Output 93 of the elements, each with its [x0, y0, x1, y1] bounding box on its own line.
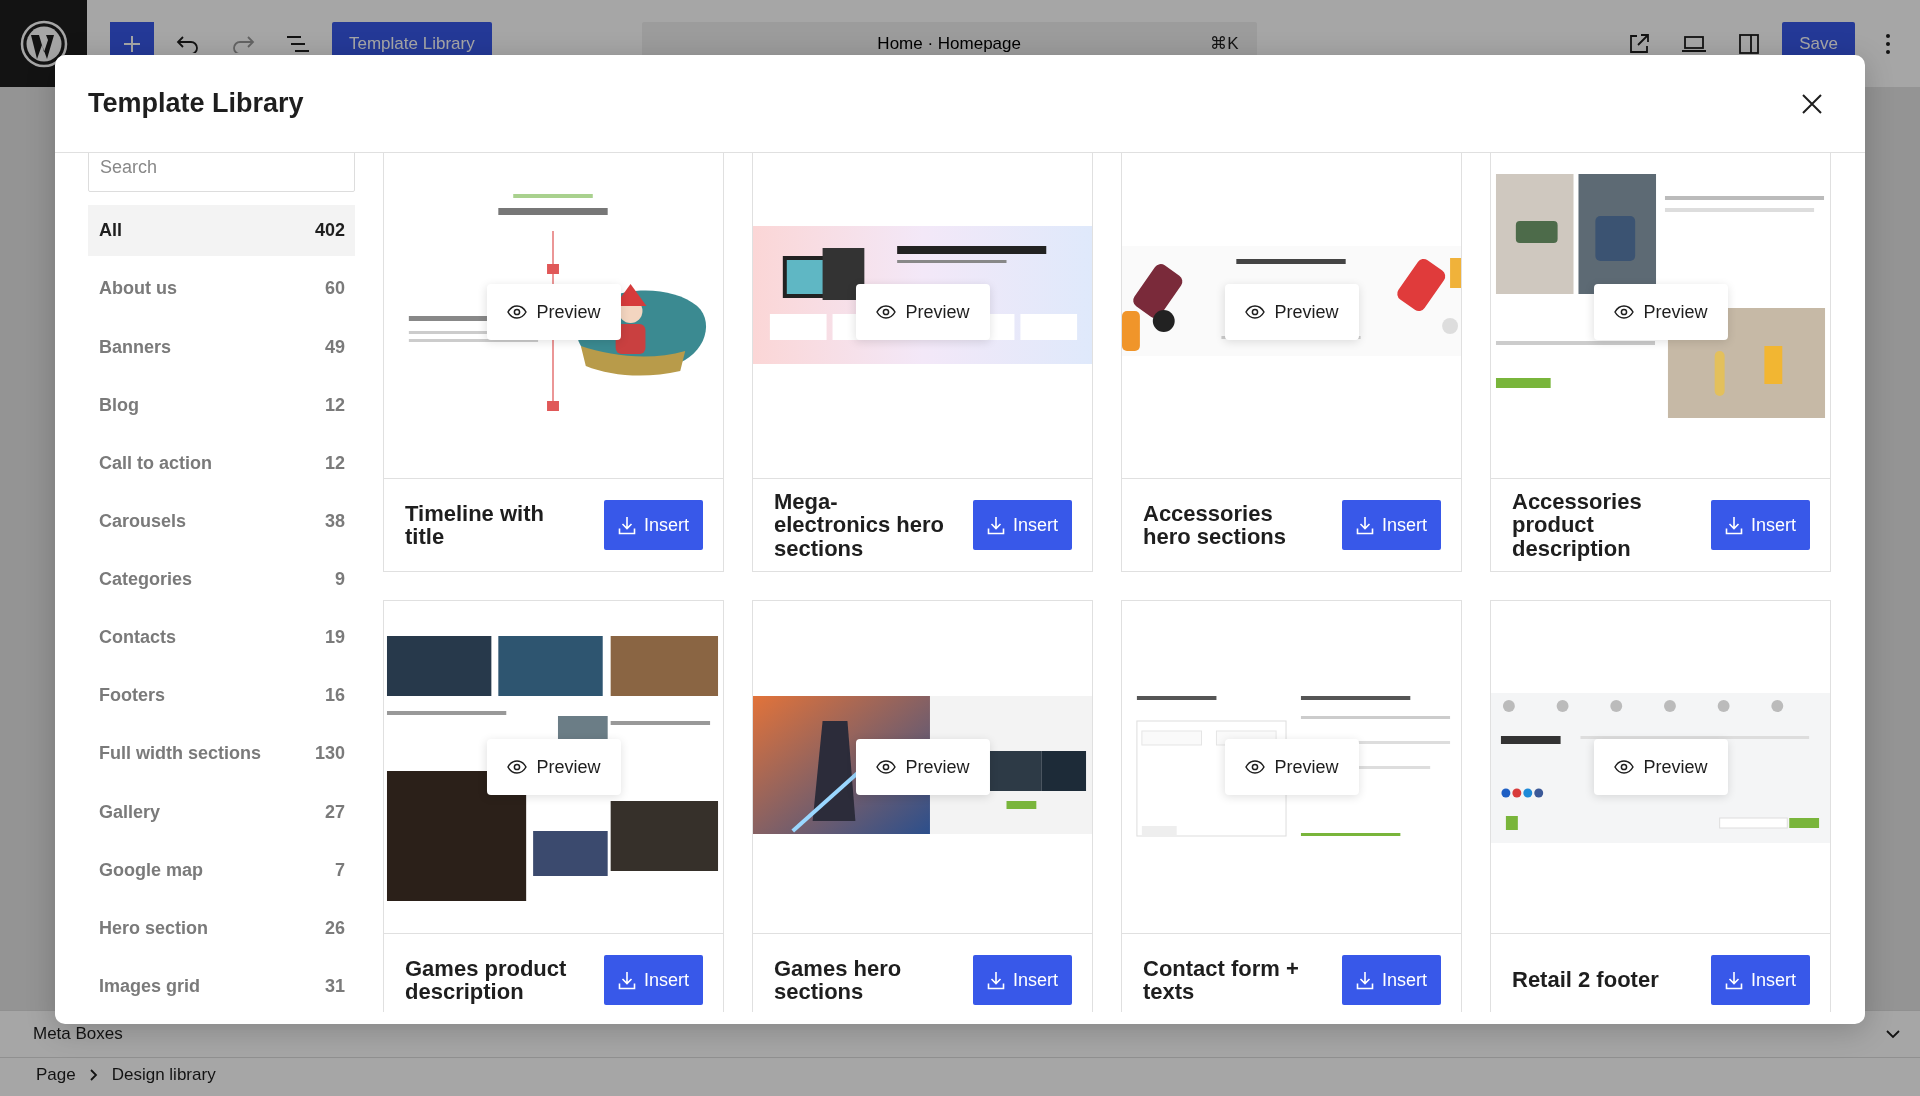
- download-icon: [1355, 515, 1374, 535]
- undo-icon: [176, 34, 200, 53]
- insert-button[interactable]: Insert: [1341, 500, 1441, 550]
- item-count: 16: [324, 685, 345, 707]
- shortcut-hint: ⌘K: [1210, 33, 1239, 54]
- category-item[interactable]: Footers 16: [88, 670, 355, 722]
- insert-button[interactable]: Insert: [1341, 955, 1441, 1005]
- template-thumbnail[interactable]: Preview: [753, 153, 1092, 479]
- item-count: 31: [324, 975, 345, 997]
- insert-button[interactable]: Insert: [603, 955, 703, 1005]
- template-thumbnail[interactable]: Preview: [1491, 601, 1830, 934]
- insert-button[interactable]: Insert: [603, 500, 703, 550]
- modal-title: Template Library: [88, 88, 304, 119]
- template-title: Mega-electronics hero sections: [774, 490, 945, 560]
- plus-icon: [122, 33, 142, 54]
- preview-button[interactable]: Preview: [1593, 284, 1728, 340]
- item-count: 7: [335, 859, 345, 881]
- laptop-icon: [1681, 34, 1708, 53]
- category-item[interactable]: Banners 49: [88, 321, 355, 373]
- eye-icon: [506, 305, 527, 319]
- download-icon: [1724, 970, 1743, 990]
- category-item[interactable]: Carousels 38: [88, 495, 355, 547]
- category-item[interactable]: Full width sections 130: [88, 728, 355, 780]
- category-item[interactable]: Google map 7: [88, 844, 355, 896]
- eye-icon: [1244, 760, 1265, 774]
- download-icon: [986, 515, 1005, 535]
- item-count: 9: [335, 569, 345, 590]
- item-count: 12: [324, 452, 345, 474]
- eye-icon: [1613, 305, 1634, 319]
- redo-icon: [231, 34, 255, 53]
- category-item[interactable]: Gallery 27: [88, 786, 355, 838]
- meta-boxes-label: Meta Boxes: [33, 1024, 123, 1044]
- item-count: 27: [324, 801, 345, 823]
- chevron-down-icon[interactable]: [1886, 1029, 1900, 1039]
- chevron-right-icon: [89, 1069, 98, 1081]
- preview-button[interactable]: Preview: [486, 739, 621, 795]
- category-item[interactable]: All 402: [88, 205, 355, 257]
- item-count: 26: [324, 917, 345, 939]
- download-icon: [617, 515, 636, 535]
- template-title: Contact form + texts: [1143, 956, 1300, 1004]
- close-icon: [1801, 92, 1823, 115]
- eye-icon: [1613, 760, 1634, 774]
- insert-button[interactable]: Insert: [1710, 955, 1810, 1005]
- sidebar-icon: [1738, 32, 1761, 55]
- insert-button[interactable]: Insert: [972, 955, 1072, 1005]
- preview-button[interactable]: Preview: [1593, 739, 1728, 795]
- category-item[interactable]: Blog 12: [88, 379, 355, 431]
- template-title: Games hero sections: [774, 956, 903, 1004]
- eye-icon: [875, 760, 896, 774]
- item-count: 49: [324, 336, 345, 358]
- template-thumbnail[interactable]: Preview: [1491, 153, 1830, 479]
- category-item[interactable]: Categories 9: [88, 553, 355, 606]
- item-count: 402: [314, 220, 345, 242]
- eye-icon: [875, 305, 896, 319]
- item-count: 19: [324, 627, 345, 649]
- template-thumbnail[interactable]: Preview: [384, 601, 723, 934]
- external-link-icon: [1628, 32, 1651, 55]
- category-item[interactable]: About us 60: [88, 263, 355, 315]
- template-title: Games product description: [405, 956, 568, 1004]
- preview-button[interactable]: Preview: [1224, 739, 1359, 795]
- preview-button[interactable]: Preview: [486, 284, 621, 340]
- item-count: 12: [324, 394, 345, 416]
- breadcrumb-link[interactable]: Page: [36, 1065, 76, 1085]
- download-icon: [1724, 515, 1743, 535]
- category-item[interactable]: Hero section 26: [88, 902, 355, 954]
- breadcrumb-link[interactable]: Design library: [111, 1065, 216, 1085]
- category-item[interactable]: Contacts 19: [88, 612, 355, 664]
- eye-icon: [506, 760, 527, 774]
- category-item[interactable]: Call to action 12: [88, 437, 355, 489]
- preview-button[interactable]: Preview: [1224, 284, 1359, 340]
- item-count: 38: [324, 510, 345, 532]
- item-count: 60: [324, 278, 345, 300]
- insert-button[interactable]: Insert: [972, 500, 1072, 550]
- preview-button[interactable]: Preview: [855, 739, 990, 795]
- template-title: Accessories hero sections: [1143, 501, 1288, 549]
- item-count: 130: [314, 743, 345, 765]
- template-thumbnail[interactable]: Preview: [753, 601, 1092, 934]
- preview-button[interactable]: Preview: [855, 284, 990, 340]
- category-item[interactable]: Images grid 31: [88, 960, 355, 1012]
- kebab-icon: [1885, 32, 1891, 55]
- insert-button[interactable]: Insert: [1710, 500, 1810, 550]
- template-thumbnail[interactable]: Preview: [1122, 153, 1461, 479]
- eye-icon: [1244, 305, 1265, 319]
- download-icon: [986, 970, 1005, 990]
- download-icon: [617, 970, 636, 990]
- list-icon: [286, 34, 310, 53]
- template-title: Retail 2 footer: [1512, 968, 1659, 992]
- template-thumbnail[interactable]: Preview: [1122, 601, 1461, 934]
- download-icon: [1355, 970, 1374, 990]
- search-field[interactable]: Search: [88, 153, 355, 193]
- template-title: Timeline with title: [405, 501, 545, 549]
- template-thumbnail[interactable]: Preview: [384, 153, 723, 479]
- template-title: Accessories product description: [1512, 490, 1643, 560]
